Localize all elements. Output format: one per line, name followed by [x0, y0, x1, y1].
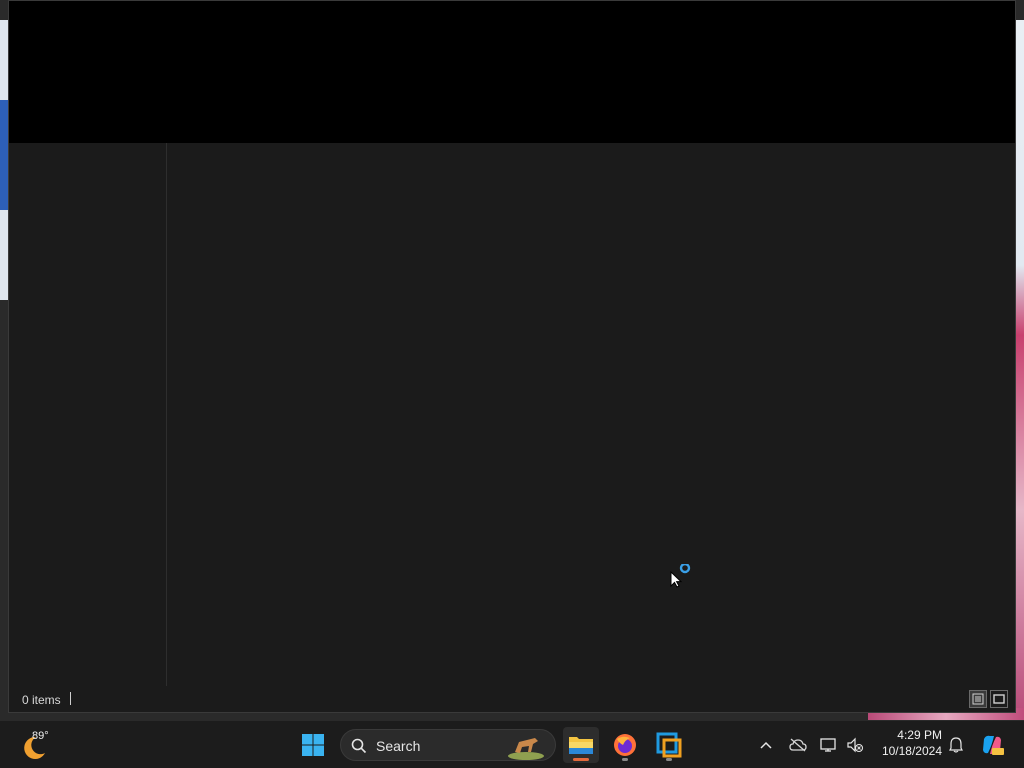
virtualbox-icon — [656, 732, 682, 758]
virtualbox-taskbar-button[interactable] — [651, 727, 687, 763]
copilot-icon — [983, 735, 1004, 755]
file-explorer-window[interactable]: 0 items — [8, 0, 1016, 713]
show-hidden-icons-button[interactable] — [754, 733, 778, 757]
clock-date: 10/18/2024 — [881, 744, 942, 758]
volume-muted-icon — [847, 737, 864, 753]
running-indicator — [622, 758, 628, 761]
onedrive-icon — [789, 738, 807, 752]
taskbar-clock[interactable]: 4:29 PM 10/18/2024 — [872, 727, 942, 759]
item-count: 0 items — [22, 693, 61, 707]
tiles-view-button[interactable] — [990, 690, 1008, 708]
search-icon — [351, 738, 367, 754]
notification-bell-icon — [949, 737, 963, 753]
onedrive-tray-button[interactable] — [786, 733, 810, 757]
firefox-icon — [614, 734, 636, 756]
details-view-button[interactable] — [969, 690, 987, 708]
status-separator — [70, 692, 71, 705]
copilot-button[interactable] — [980, 733, 1004, 757]
firefox-taskbar-button[interactable] — [607, 727, 643, 763]
tiles-view-icon — [993, 694, 1005, 704]
file-list-area[interactable] — [167, 143, 1015, 688]
navigation-pane[interactable] — [9, 143, 167, 688]
start-icon — [302, 734, 324, 756]
volume-tray-button[interactable] — [843, 733, 867, 757]
start-button[interactable] — [295, 727, 331, 763]
file-explorer-taskbar-button[interactable] — [563, 727, 599, 763]
status-bar: 0 items — [9, 686, 1015, 712]
network-icon — [820, 738, 836, 752]
active-indicator — [573, 758, 589, 761]
search-box[interactable]: Search — [340, 729, 556, 761]
window-title-area[interactable] — [9, 1, 1015, 143]
network-tray-button[interactable] — [817, 733, 841, 757]
wallpaper-left-art — [0, 100, 8, 210]
clock-time: 4:29 PM — [897, 728, 942, 742]
details-view-icon — [972, 693, 984, 705]
search-label: Search — [376, 738, 421, 754]
notifications-button[interactable] — [944, 733, 968, 757]
taskbar: 89° Search 4:29 PM 10/18/2024 — [0, 720, 1024, 768]
search-highlight-icon — [508, 738, 544, 760]
running-indicator — [666, 758, 672, 761]
chevron-up-icon — [760, 741, 772, 749]
weather-temp: 89° — [32, 730, 49, 742]
file-explorer-icon — [569, 737, 593, 754]
busy-cursor-icon — [670, 562, 696, 593]
